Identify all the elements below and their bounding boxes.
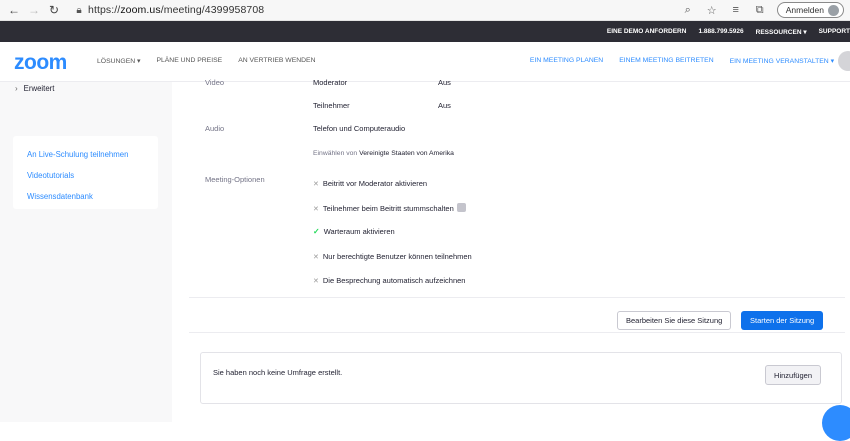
support-link[interactable]: SUPPORT — [819, 28, 850, 35]
section-divider — [189, 297, 845, 298]
option-waiting-room: ✓ Warteraum aktivieren — [313, 227, 395, 236]
phone-number[interactable]: 1.888.799.5926 — [698, 28, 743, 35]
help-chat-button[interactable] — [822, 405, 850, 441]
sidebar-item-label: Erweitert — [23, 84, 55, 93]
nav-solutions[interactable]: LÖSUNGEN ▾ — [97, 57, 140, 65]
disabled-x-icon: ✕ — [313, 254, 319, 261]
url-host: zoom.us — [120, 4, 161, 16]
meeting-details: Video Moderator Aus Teilnehmer Aus Audio… — [172, 78, 850, 422]
signin-label: Anmelden — [785, 5, 824, 15]
moderator-video-value: Aus — [438, 78, 451, 87]
chevron-right-icon: › — [15, 84, 18, 93]
resources-menu[interactable]: RESSOURCEN ▾ — [756, 28, 807, 36]
option-label: Beitritt vor Moderator aktivieren — [322, 179, 428, 188]
participant-video-label: Teilnehmer — [313, 101, 350, 110]
edit-meeting-button[interactable]: Bearbeiten Sie diese Sitzung — [617, 311, 732, 330]
option-join-before-host: ✕ Beitritt vor Moderator aktivieren — [313, 179, 427, 188]
video-label: Video — [205, 78, 225, 87]
video-tutorials-link[interactable]: Videotutorials — [27, 165, 144, 186]
no-poll-text: Sie haben noch keine Umfrage erstellt. — [213, 368, 343, 377]
live-training-link[interactable]: An Live-Schulung teilnehmen — [27, 144, 144, 165]
sidebar-item-advanced[interactable]: › Erweitert — [15, 84, 54, 93]
poll-card: Sie haben noch keine Umfrage erstellt. H… — [200, 352, 842, 404]
reload-icon[interactable]: ↻ — [44, 3, 64, 17]
back-arrow-icon[interactable]: ← — [4, 3, 24, 17]
browser-actions: ⌕ ☆ ≡ ⧉ Anmelden — [681, 2, 844, 18]
nav-join-meeting[interactable]: EINEM MEETING BEITRETEN — [619, 57, 713, 65]
dialin-country: Vereinigte Staaten von Amerika — [359, 150, 454, 157]
disabled-x-icon: ✕ — [313, 181, 319, 188]
info-icon[interactable] — [456, 203, 466, 212]
option-auto-record: ✕ Die Besprechung automatisch aufzeichnen — [313, 276, 465, 285]
nav-schedule-meeting[interactable]: EIN MEETING PLANEN — [530, 57, 603, 65]
option-label: Teilnehmer beim Beitritt stummschalten — [322, 204, 454, 213]
option-label: Warteraum aktivieren — [323, 227, 395, 236]
participant-video-value: Aus — [438, 101, 451, 110]
audio-value: Telefon und Computeraudio — [313, 124, 406, 133]
forward-arrow-icon[interactable]: → — [24, 3, 44, 17]
start-meeting-button[interactable]: Starten der Sitzung — [741, 311, 824, 330]
option-label: Nur berechtigte Benutzer können teilnehm… — [322, 252, 472, 261]
help-links-card: An Live-Schulung teilnehmen Videotutoria… — [13, 136, 158, 209]
dialin-prefix: Einwählen von — [313, 150, 358, 157]
nav-contact-sales[interactable]: AN VERTRIEB WENDEN — [238, 57, 315, 65]
url-path: /meeting/4399958708 — [160, 4, 265, 16]
lock-icon: 🔒︎ — [76, 4, 82, 16]
sidebar: › Erweitert An Live-Schulung teilnehmen … — [0, 82, 172, 422]
add-poll-button[interactable]: Hinzufügen — [765, 365, 821, 385]
option-mute-on-entry: ✕ Teilnehmer beim Beitritt stummschalten — [313, 203, 466, 213]
audio-label: Audio — [205, 124, 225, 133]
section-divider — [189, 332, 845, 333]
disabled-x-icon: ✕ — [313, 206, 319, 213]
knowledge-base-link[interactable]: Wissensdatenbank — [27, 186, 144, 207]
zoom-lens-icon[interactable]: ⌕ — [681, 4, 695, 17]
check-icon: ✓ — [313, 227, 320, 236]
nav-left-menu: LÖSUNGEN ▾ PLÄNE UND PREISE AN VERTRIEB … — [97, 57, 315, 65]
dialin-info: Einwählen von Vereinigte Staaten von Ame… — [313, 150, 454, 157]
url-prefix: https:// — [88, 4, 121, 16]
user-avatar-icon[interactable] — [838, 51, 850, 71]
top-utility-links: EINE DEMO ANFORDERN 1.888.799.5926 RESSO… — [607, 21, 850, 42]
meeting-options-label: Meeting-Optionen — [205, 175, 265, 184]
main-navigation: zoom LÖSUNGEN ▾ PLÄNE UND PREISE AN VERT… — [0, 42, 850, 82]
moderator-video-label: Moderator — [313, 78, 348, 87]
zoom-logo[interactable]: zoom — [14, 51, 67, 75]
signin-button[interactable]: Anmelden — [776, 2, 844, 18]
favorites-list-icon[interactable]: ≡ — [729, 4, 743, 16]
option-label: Die Besprechung automatisch aufzeichnen — [322, 276, 466, 285]
top-utility-bar: EINE DEMO ANFORDERN 1.888.799.5926 RESSO… — [0, 21, 850, 42]
disabled-x-icon: ✕ — [313, 278, 319, 285]
nav-plans-pricing[interactable]: PLÄNE UND PREISE — [156, 57, 222, 65]
nav-host-meeting[interactable]: EIN MEETING VERANSTALTEN ▾ — [730, 57, 834, 65]
nav-right-menu: EIN MEETING PLANEN EINEM MEETING BEITRET… — [530, 57, 834, 65]
demo-request-link[interactable]: EINE DEMO ANFORDERN — [607, 28, 687, 35]
collections-icon[interactable]: ⧉ — [753, 4, 767, 17]
profile-avatar-icon — [828, 4, 839, 16]
address-bar[interactable]: https://zoom.us/meeting/4399958708 — [88, 4, 264, 16]
favorite-star-icon[interactable]: ☆ — [705, 4, 719, 17]
option-authenticated-users: ✕ Nur berechtigte Benutzer können teilneh… — [313, 252, 472, 261]
browser-toolbar: ← → ↻ 🔒︎ https://zoom.us/meeting/4399958… — [0, 0, 850, 21]
